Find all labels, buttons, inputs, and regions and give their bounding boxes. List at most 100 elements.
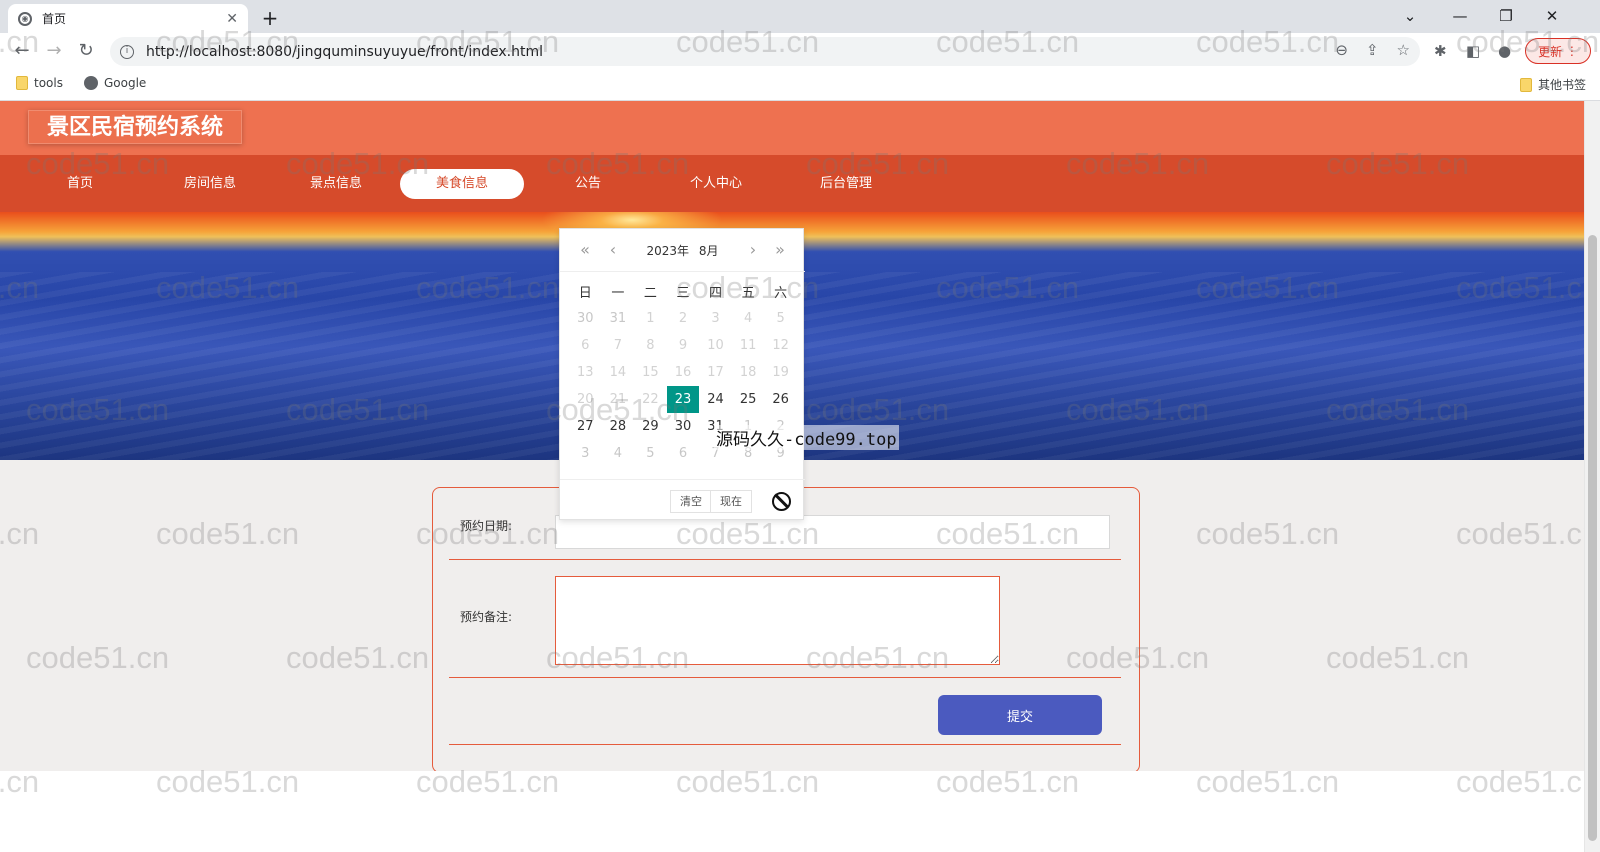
week-row: 27 28 29 30 31 1 2 [569,413,797,440]
week-row: 13 14 15 16 17 18 19 [569,359,797,386]
folder-icon [16,76,28,90]
address-bar[interactable]: i http://localhost:8080/jingquminsuyuyue… [110,37,1420,66]
bookmark-label: Google [104,76,147,90]
day-cell[interactable]: 4 [602,440,635,467]
clear-button[interactable]: 清空 [670,490,712,513]
booking-form: 预约日期: 预约备注: 提交 [432,487,1140,773]
weekday-label: 四 [709,286,723,301]
day-cell[interactable]: 5 [634,440,667,467]
reload-icon[interactable]: ↻ [74,39,98,63]
day-cell: 21 [609,392,627,407]
tab-search-icon[interactable]: ⌄ [1388,2,1432,30]
globe-icon [84,76,98,90]
nav-item-profile[interactable]: 个人中心 [654,169,778,199]
day-cell: 7 [613,338,622,353]
submit-button[interactable]: 提交 [938,695,1102,735]
day-cell[interactable]: 2 [764,413,797,440]
forward-icon[interactable]: → [42,39,66,63]
update-button[interactable]: 更新 ⋮ [1525,38,1591,64]
nav-item-attractions[interactable]: 景点信息 [274,169,398,199]
tab-close-icon[interactable]: ✕ [226,11,238,27]
day-cell[interactable]: 24 [699,386,732,413]
day-cell[interactable]: 1 [732,413,765,440]
bookmark-tools[interactable]: tools [16,76,63,90]
close-window-button[interactable]: ✕ [1530,2,1574,30]
day-cell[interactable]: 30 [569,305,602,332]
day-cell[interactable]: 8 [732,440,765,467]
nav-item-notices[interactable]: 公告 [526,169,650,199]
browser-tab-bar: ◉ 首页 ✕ + ⌄ — ❐ ✕ [0,0,1600,33]
day-cell[interactable]: 31 [699,413,732,440]
day-cell[interactable]: 25 [732,386,765,413]
day-cell[interactable]: 31 [602,305,635,332]
zoom-icon[interactable]: ⊖ [1335,41,1348,59]
globe-icon: ◉ [18,11,32,26]
date-label: 预约日期: [460,519,513,533]
day-cell: 10 [707,338,724,353]
tab-title: 首页 [42,12,67,26]
other-bookmarks[interactable]: 其他书签 [1520,76,1586,93]
restore-button[interactable]: ❐ [1484,2,1528,30]
weekday-label: 一 [611,286,625,301]
site-title[interactable]: 景区民宿预约系统 [28,110,243,144]
bookmark-label: tools [34,76,63,90]
no-entry-icon[interactable] [772,492,791,511]
bookmark-google[interactable]: Google [84,76,146,90]
date-picker-title: 2023年 8月 [560,242,805,259]
day-cell[interactable]: 6 [667,440,700,467]
day-cell[interactable]: 3 [569,440,602,467]
day-cell: 12 [772,338,789,353]
year-selector[interactable]: 2023年 [646,244,689,258]
url-text[interactable]: http://localhost:8080/jingquminsuyuyue/f… [146,44,543,60]
week-row: 6 7 8 9 10 11 12 [569,332,797,359]
day-cell[interactable]: 29 [634,413,667,440]
now-button[interactable]: 现在 [710,490,752,513]
day-cell[interactable]: 30 [667,413,700,440]
day-cell: 17 [707,365,724,380]
day-cell: 20 [577,392,594,407]
note-textarea[interactable] [555,576,1000,665]
new-tab-button[interactable]: + [258,6,282,30]
day-cell: 13 [577,365,594,380]
weekday-header: 日 一 二 三 四 五 六 [569,282,797,301]
day-grid: 30 31 1 2 3 4 5 6 7 8 9 10 11 12 13 14 15 16 17 18 19 20 21 22 2… [569,305,797,467]
minimize-button[interactable]: — [1438,2,1482,30]
day-cell: 15 [642,365,659,380]
day-cell: 9 [678,338,688,353]
date-picker: « ‹ 2023年 8月 › » 日 一 二 三 四 五 六 30 31 1 2 3 4 5… [559,228,805,520]
date-picker-header: « ‹ 2023年 8月 › » [560,229,805,272]
nav-item-home[interactable]: 首页 [18,169,142,199]
star-icon[interactable]: ☆ [1397,41,1410,59]
day-cell-selected[interactable]: 23 [666,386,700,413]
day-cell: 1 [646,311,655,326]
weekday-label: 六 [774,286,788,301]
nav-item-admin[interactable]: 后台管理 [784,169,908,199]
side-panel-icon[interactable]: ◧ [1466,42,1480,60]
day-cell[interactable]: 9 [764,440,797,467]
next-month-icon[interactable]: › [743,240,763,259]
nav-item-rooms[interactable]: 房间信息 [148,169,272,199]
day-cell[interactable]: 28 [602,413,635,440]
back-icon[interactable]: ← [10,39,34,63]
scrollbar-thumb[interactable] [1588,235,1597,841]
note-label: 预约备注: [460,610,513,624]
month-selector[interactable]: 8月 [699,244,719,258]
update-label: 更新 [1538,44,1563,59]
main-nav: 首页 房间信息 景点信息 美食信息 公告 个人中心 后台管理 [0,155,1584,212]
info-icon[interactable]: i [120,44,134,59]
day-cell: 18 [739,365,757,380]
browser-toolbar: ← → ↻ i http://localhost:8080/jingqumins… [0,33,1600,70]
day-cell[interactable]: 27 [569,413,602,440]
share-icon[interactable]: ⇪ [1366,41,1379,59]
profile-icon[interactable]: ● [1498,42,1511,60]
day-cell[interactable]: 26 [764,386,797,413]
browser-tab[interactable]: ◉ 首页 ✕ [8,4,248,33]
extensions-icon[interactable]: ✱ [1434,42,1447,60]
week-row: 20 21 22 23 24 25 26 [569,386,797,413]
day-cell: 3 [711,311,720,326]
next-year-icon[interactable]: » [770,240,790,259]
day-cell[interactable]: 7 [699,440,732,467]
weekday-label: 日 [578,286,592,301]
page-scrollbar[interactable] [1584,101,1600,852]
nav-item-food[interactable]: 美食信息 [400,169,524,199]
